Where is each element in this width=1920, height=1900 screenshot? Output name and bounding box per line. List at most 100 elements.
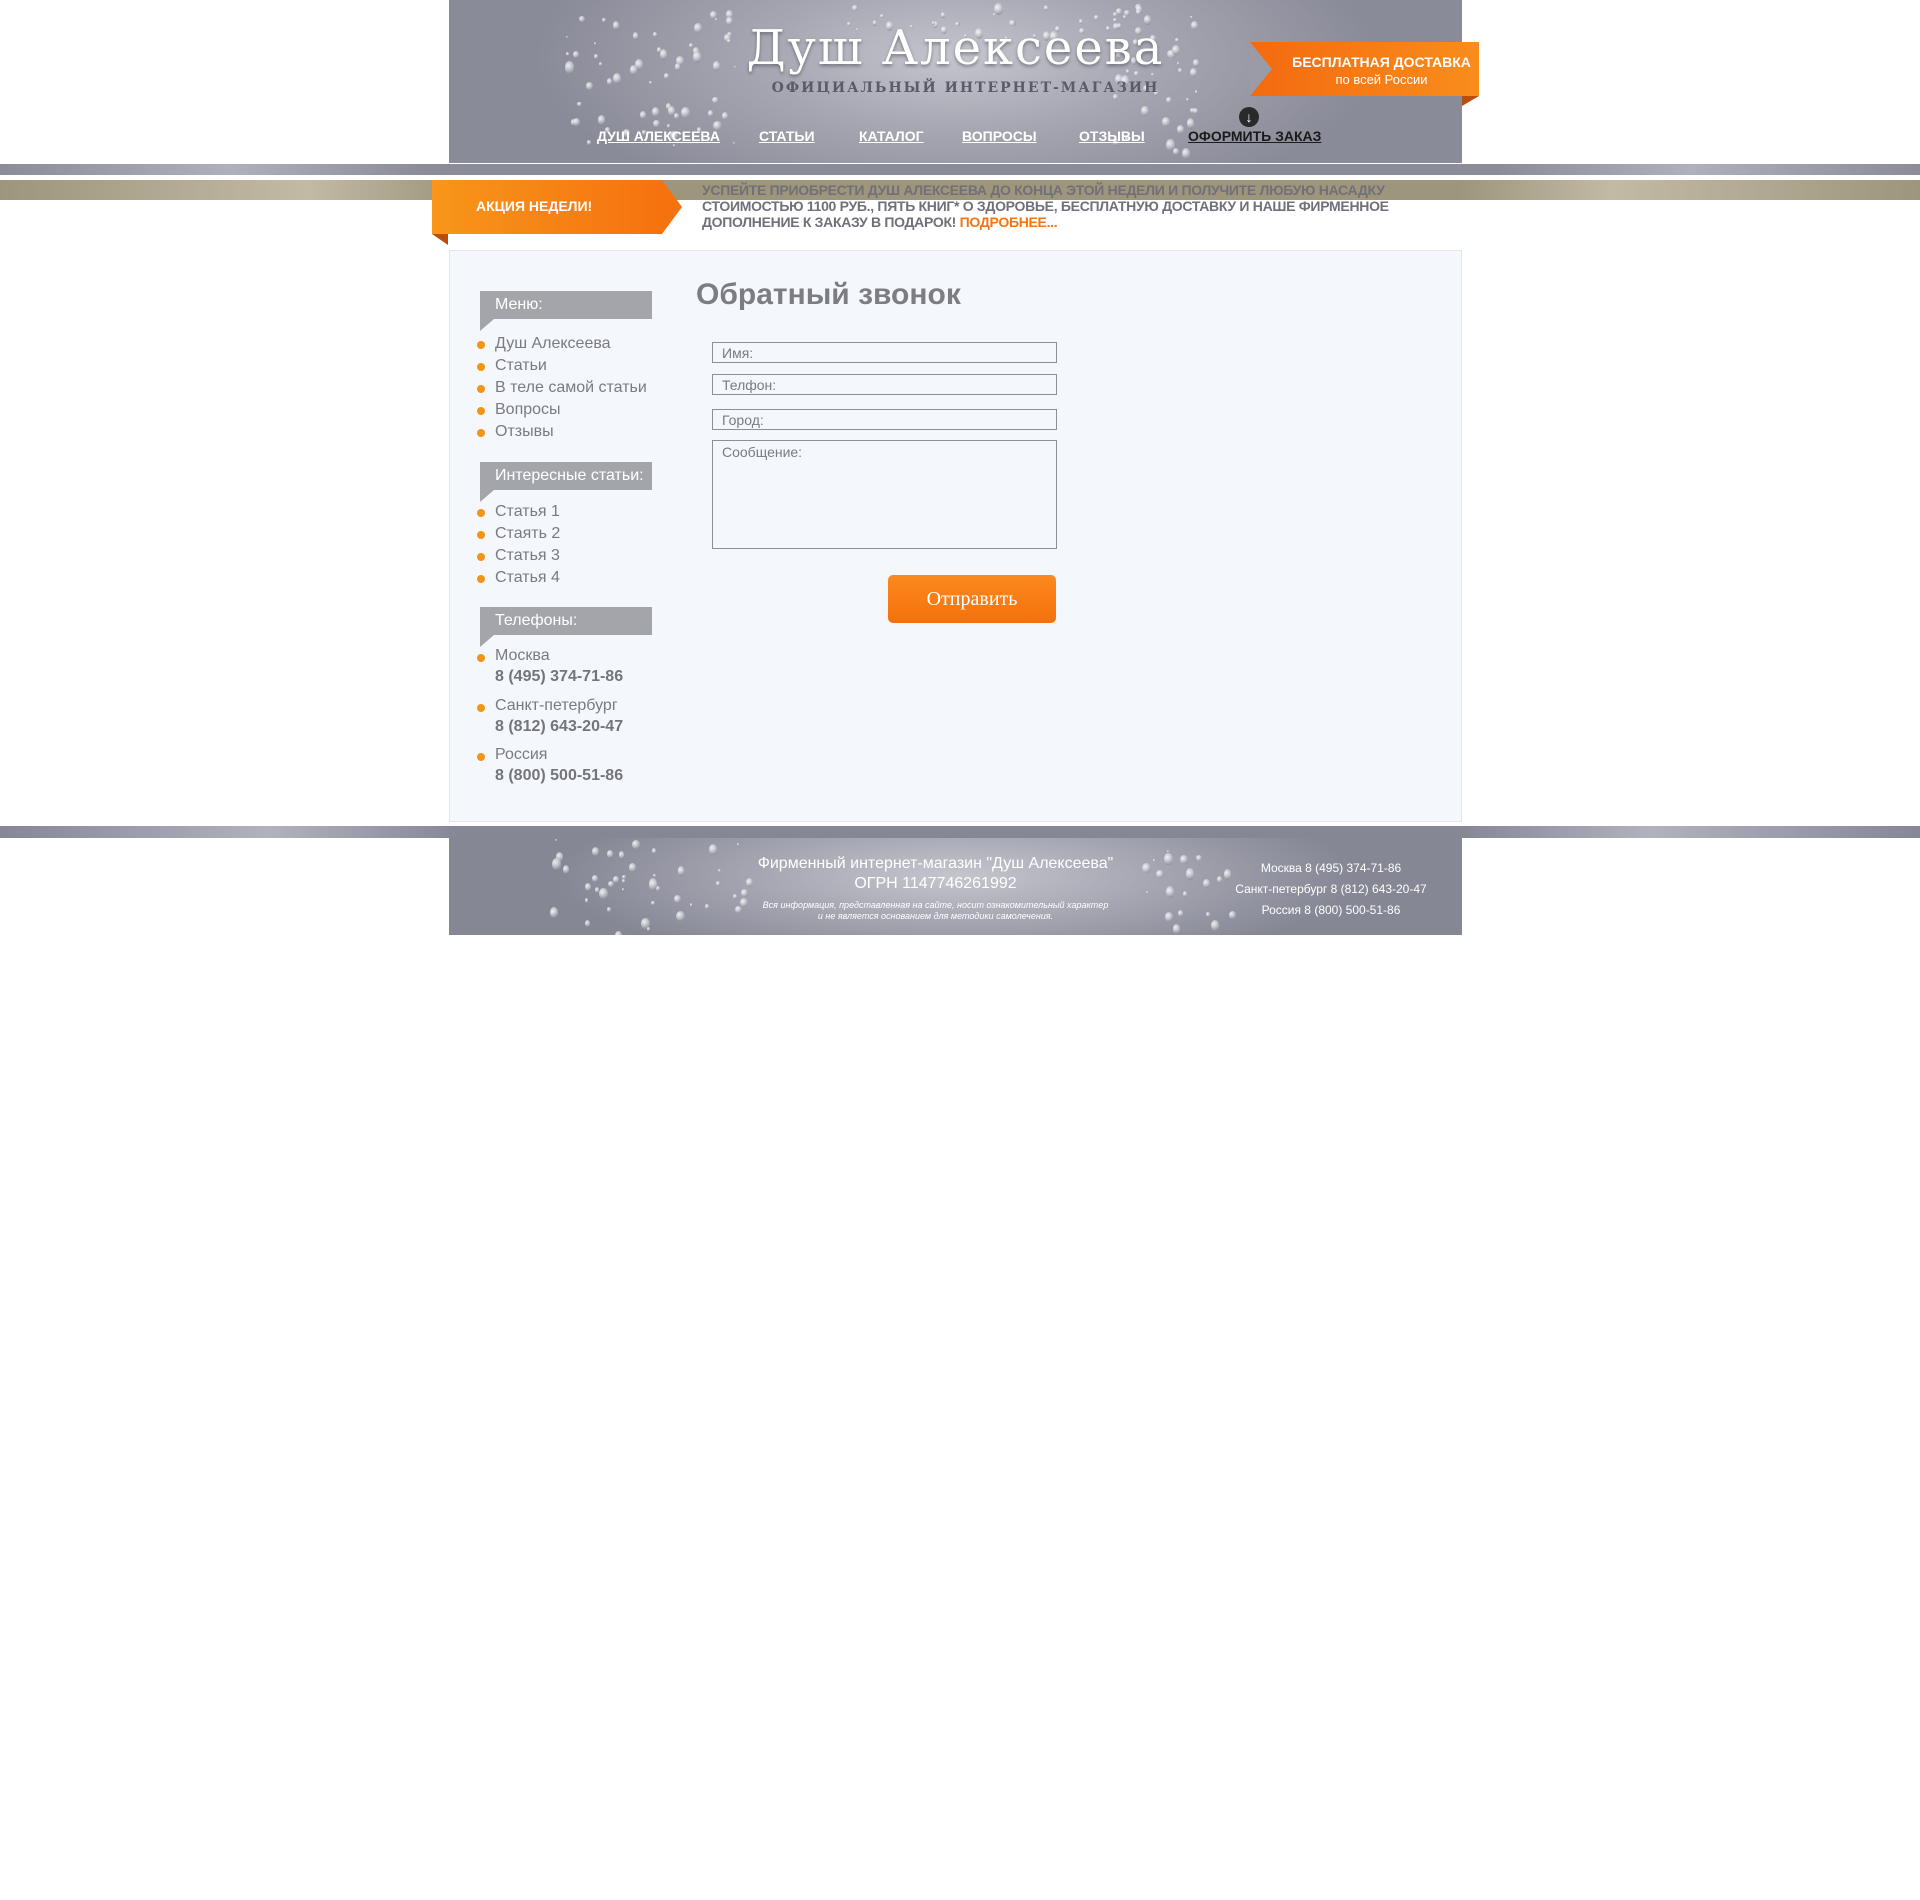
sidebar-article-3[interactable]: Статья 3 <box>477 545 560 567</box>
name-input[interactable] <box>713 343 1056 362</box>
message-textarea[interactable] <box>713 441 1056 548</box>
water-drop <box>1141 105 1149 116</box>
bullet-icon <box>477 575 485 583</box>
site-footer: Фирменный интернет-магазин "Душ Алексеев… <box>449 838 1462 935</box>
bullet-icon <box>477 753 485 761</box>
header-stripe-gray <box>0 164 1920 175</box>
sidebar-menu-title-fold <box>480 319 494 331</box>
sidebar-item-questions[interactable]: Вопросы <box>477 399 647 421</box>
bullet-icon <box>477 654 485 662</box>
footer-phone-spb[interactable]: Санкт-петербург 8 (812) 643-20-47 <box>1221 879 1441 900</box>
sidebar-article-1[interactable]: Статья 1 <box>477 501 560 523</box>
sidebar-item-reviews[interactable]: Отзывы <box>477 421 647 443</box>
phone-number[interactable]: 8 (800) 500-51-86 <box>495 767 623 785</box>
sidebar-menu-title: Меню: <box>480 291 652 319</box>
water-drop <box>1172 924 1181 934</box>
bullet-icon <box>477 385 485 393</box>
water-drop <box>1186 98 1189 102</box>
submit-button[interactable]: Отправить <box>888 575 1056 623</box>
phone-input[interactable] <box>713 375 1056 394</box>
bullet-icon <box>477 509 485 517</box>
sidebar-item-label: Статья 4 <box>495 569 560 586</box>
bullet-icon <box>477 553 485 561</box>
footer-phone-moscow[interactable]: Москва 8 (495) 374-71-86 <box>1221 858 1441 879</box>
water-drop <box>940 12 946 19</box>
sidebar-article-2[interactable]: Стаять 2 <box>477 523 560 545</box>
sidebar-item-dush[interactable]: Душ Алексеева <box>477 333 647 355</box>
water-drop <box>712 96 719 104</box>
water-drop <box>639 110 646 119</box>
water-drop <box>673 113 679 120</box>
water-drop <box>651 847 657 854</box>
message-field <box>712 440 1057 549</box>
promo-label: АКЦИЯ НЕДЕЛИ! <box>476 198 593 214</box>
water-drop <box>577 101 582 107</box>
name-field <box>712 342 1057 363</box>
phone-city: Москва <box>495 647 550 664</box>
water-drop <box>1112 11 1118 17</box>
water-drop <box>1162 117 1170 127</box>
water-drop <box>1165 96 1172 103</box>
phone-city: Санкт-петербург <box>495 697 618 714</box>
nav-reviews[interactable]: ОТЗЫВЫ <box>1079 128 1145 144</box>
nav-home[interactable]: ДУШ АЛЕКСЕЕВА <box>597 128 720 144</box>
sidebar-phones-title-fold <box>480 635 494 647</box>
water-drop <box>1122 14 1126 20</box>
water-drop <box>1181 147 1191 160</box>
water-drop <box>1172 148 1180 156</box>
footer-stripe-gray <box>0 826 1920 838</box>
sidebar-item-articles[interactable]: Статьи <box>477 355 647 377</box>
arrow-down-icon: ↓ <box>1239 107 1259 127</box>
sidebar-item-label: Статьи <box>495 357 547 374</box>
city-input[interactable] <box>713 410 1056 429</box>
water-drop <box>1043 4 1049 12</box>
sidebar-articles-title-fold <box>480 490 494 502</box>
water-drop <box>597 115 606 126</box>
sidebar-phones-title: Телефоны: <box>480 607 652 635</box>
nav-questions[interactable]: ВОПРОСЫ <box>962 128 1037 144</box>
nav-articles[interactable]: СТАТЬИ <box>759 128 815 144</box>
main-nav: ДУШ АЛЕКСЕЕВА СТАТЬИ КАТАЛОГ ВОПРОСЫ ОТЗ… <box>449 128 1462 148</box>
free-delivery-ribbon[interactable]: БЕСПЛАТНАЯ ДОСТАВКА по всей России <box>1250 42 1479 96</box>
water-drop <box>879 13 885 19</box>
water-drop <box>708 843 718 855</box>
delivery-line2: по всей России <box>1335 72 1428 87</box>
page-title: Обратный звонок <box>696 278 961 311</box>
water-drop <box>681 107 690 119</box>
phone-entry: Санкт-петербург 8 (812) 643-20-47 <box>477 697 623 746</box>
delivery-ribbon-fold <box>1462 96 1479 106</box>
water-drop <box>721 111 728 120</box>
sidebar-articles-list: Статья 1 Стаять 2 Статья 3 Статья 4 <box>477 501 560 589</box>
water-drop <box>1192 108 1198 114</box>
bullet-icon <box>477 531 485 539</box>
water-drop <box>651 107 660 118</box>
water-drop <box>646 927 651 932</box>
phone-number[interactable]: 8 (495) 374-71-86 <box>495 668 623 686</box>
sidebar-item-in-article[interactable]: В теле самой статьи <box>477 377 647 399</box>
promo-ribbon-fold <box>432 234 448 245</box>
phone-entry: Россия 8 (800) 500-51-86 <box>477 746 623 796</box>
sidebar-articles-title: Интересные статьи: <box>480 462 652 490</box>
phone-number[interactable]: 8 (812) 643-20-47 <box>495 718 623 736</box>
phone-field <box>712 374 1057 395</box>
bullet-icon <box>477 429 485 437</box>
delivery-line1: БЕСПЛАТНАЯ ДОСТАВКА <box>1292 54 1471 70</box>
water-drop <box>1190 15 1193 19</box>
sidebar-item-label: Отзывы <box>495 423 554 440</box>
promo-text: УСПЕЙТЕ ПРИОБРЕСТИ ДУШ АЛЕКСЕЕВА ДО КОНЦ… <box>702 182 1402 230</box>
nav-catalog[interactable]: КАТАЛОГ <box>859 128 924 144</box>
sidebar-item-label: Статья 1 <box>495 503 560 520</box>
sidebar-article-4[interactable]: Статья 4 <box>477 567 560 589</box>
nav-order[interactable]: ОФОРМИТЬ ЗАКАЗ <box>1188 128 1321 144</box>
sidebar-item-label: Душ Алексеева <box>495 335 611 352</box>
bullet-icon <box>477 363 485 371</box>
sidebar-phones-list: Москва 8 (495) 374-71-86 Санкт-петербург… <box>477 647 623 796</box>
water-drop <box>554 838 558 841</box>
water-drop <box>708 110 713 118</box>
footer-phone-russia[interactable]: Россия 8 (800) 500-51-86 <box>1221 900 1441 921</box>
bullet-icon <box>477 341 485 349</box>
water-drop <box>736 843 739 846</box>
sidebar-menu-list: Душ Алексеева Статьи В теле самой статьи… <box>477 333 647 443</box>
promo-more-link[interactable]: ПОДРОБНЕЕ... <box>960 214 1058 230</box>
water-drop <box>733 893 737 899</box>
